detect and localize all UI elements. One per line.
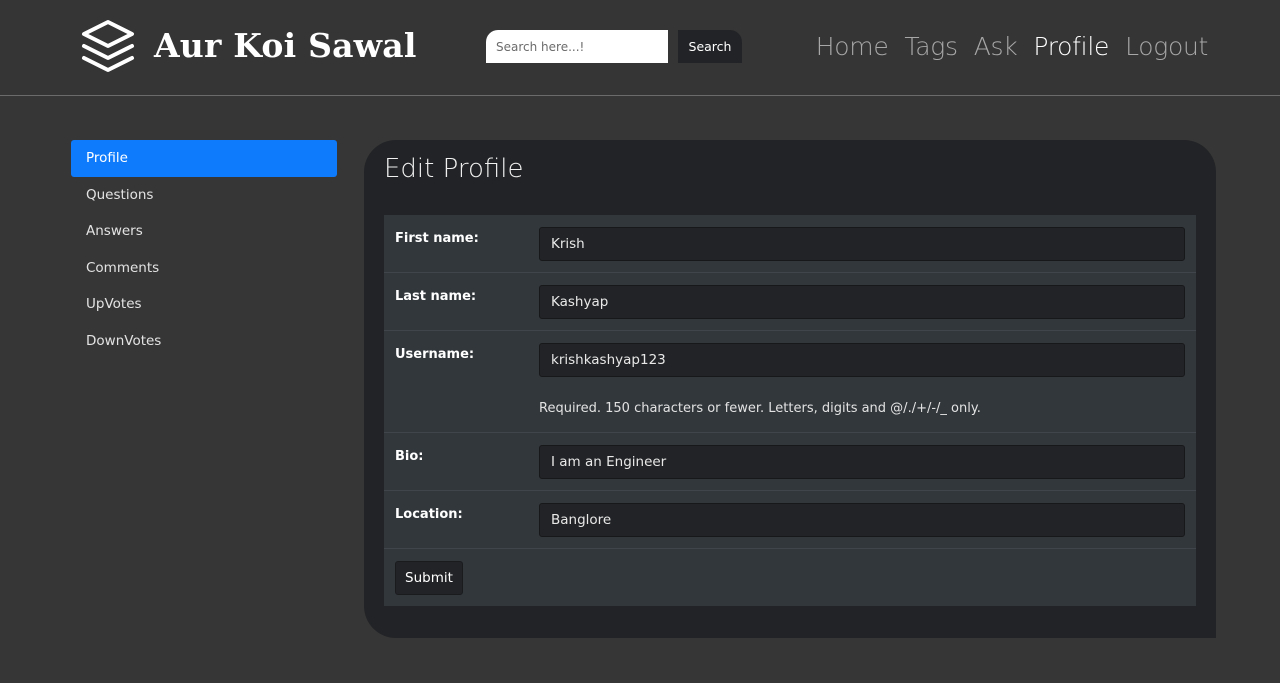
first-name-label: First name: (395, 231, 479, 246)
edit-profile-card: Edit Profile First name: Last name: User… (364, 140, 1216, 638)
sidebar-item-answers[interactable]: Answers (71, 213, 337, 250)
form-row-submit: Submit (384, 549, 1196, 606)
form-row-location: Location: (384, 491, 1196, 549)
top-navbar: Aur Koi Sawal Search Home Tags Ask Profi… (0, 0, 1280, 96)
last-name-label: Last name: (395, 289, 477, 304)
bio-label: Bio: (395, 449, 424, 464)
main-nav: Home Tags Ask Profile Logout (816, 32, 1209, 61)
first-name-field[interactable] (539, 227, 1185, 261)
bio-field[interactable] (539, 445, 1185, 479)
edit-profile-form: First name: Last name: Username: Require… (384, 215, 1196, 606)
form-row-username: Username: Required. 150 characters or fe… (384, 331, 1196, 433)
form-row-first-name: First name: (384, 215, 1196, 273)
nav-profile[interactable]: Profile (1033, 32, 1109, 61)
search-input[interactable] (486, 30, 668, 63)
brand-name[interactable]: Aur Koi Sawal (154, 26, 417, 65)
sidebar-item-upvotes[interactable]: UpVotes (71, 286, 337, 323)
sidebar-item-profile[interactable]: Profile (71, 140, 337, 177)
nav-logout[interactable]: Logout (1125, 32, 1208, 61)
page-title: Edit Profile (384, 154, 524, 184)
location-label: Location: (395, 507, 463, 522)
nav-ask[interactable]: Ask (974, 32, 1018, 61)
search-button[interactable]: Search (678, 30, 742, 63)
sidebar-item-comments[interactable]: Comments (71, 250, 337, 287)
last-name-field[interactable] (539, 285, 1185, 319)
nav-tags[interactable]: Tags (904, 32, 958, 61)
username-help-text: Required. 150 characters or fewer. Lette… (539, 401, 981, 416)
form-row-bio: Bio: (384, 433, 1196, 491)
layers-icon[interactable] (80, 18, 136, 74)
sidebar-item-questions[interactable]: Questions (71, 177, 337, 214)
username-field[interactable] (539, 343, 1185, 377)
form-row-last-name: Last name: (384, 273, 1196, 331)
username-label: Username: (395, 347, 475, 362)
submit-button[interactable]: Submit (395, 561, 463, 595)
profile-sidebar: Profile Questions Answers Comments UpVot… (71, 140, 337, 359)
sidebar-item-downvotes[interactable]: DownVotes (71, 323, 337, 360)
location-field[interactable] (539, 503, 1185, 537)
nav-home[interactable]: Home (816, 32, 889, 61)
